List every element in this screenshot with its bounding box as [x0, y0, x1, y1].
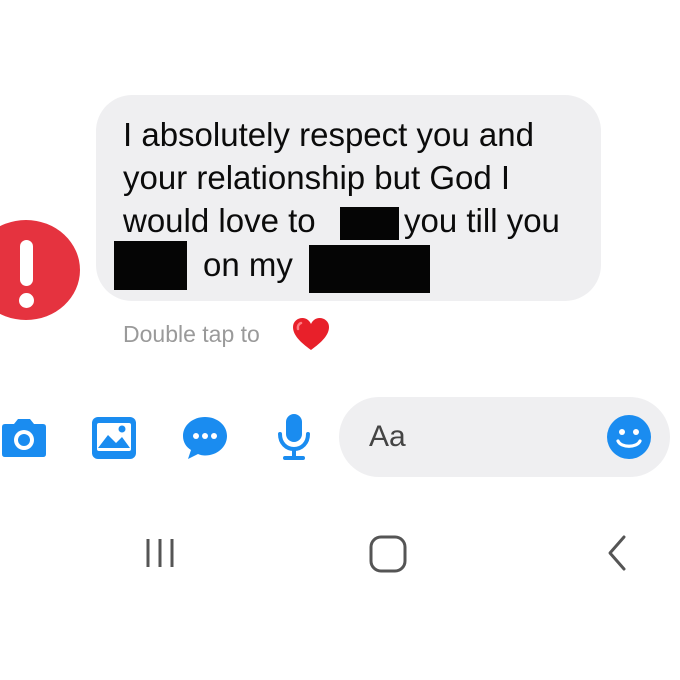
message-line-1: I absolutely respect you and: [123, 116, 534, 153]
message-bubble[interactable]: I absolutely respect you and your relati…: [96, 95, 601, 301]
message-line-4: on my: [203, 246, 293, 283]
message-input-placeholder: Aa: [369, 420, 406, 453]
redaction-bar: [340, 207, 399, 240]
image-icon[interactable]: [91, 416, 137, 460]
heart-icon: [293, 318, 329, 350]
message-line-3b: you till you: [404, 202, 560, 239]
message-input[interactable]: Aa: [339, 397, 670, 477]
home-icon[interactable]: [368, 534, 408, 574]
redaction-bar: [114, 241, 187, 290]
redaction-bar: [309, 245, 430, 293]
double-tap-hint: Double tap to: [123, 321, 260, 347]
camera-icon[interactable]: [0, 417, 48, 459]
message-line-2: your relationship but God I: [123, 159, 511, 196]
recent-apps-icon[interactable]: [143, 536, 177, 570]
exclamation-icon[interactable]: [0, 220, 80, 320]
message-line-3a: would love to: [123, 202, 316, 239]
microphone-icon[interactable]: [275, 412, 313, 462]
chat-bubble-icon[interactable]: [181, 415, 229, 461]
back-icon[interactable]: [602, 533, 632, 573]
smiley-icon[interactable]: [606, 414, 652, 460]
